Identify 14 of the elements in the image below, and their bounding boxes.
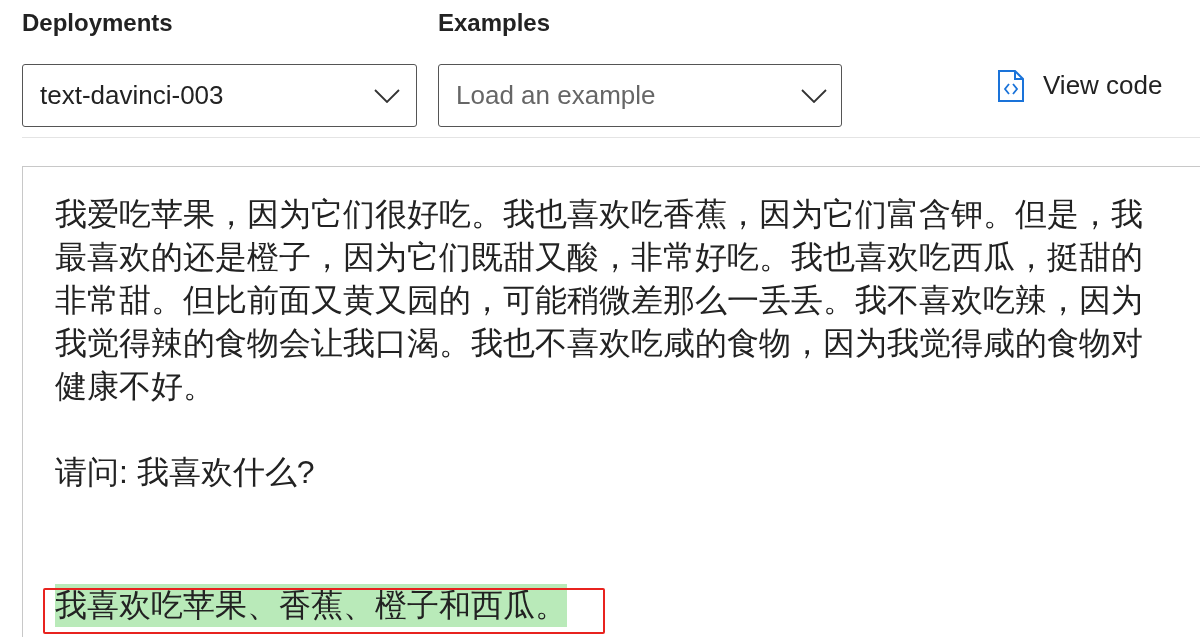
deployment-dropdown[interactable]: text-davinci-003 — [22, 64, 417, 127]
examples-dropdown[interactable]: Load an example — [438, 64, 842, 127]
chevron-down-icon — [374, 88, 400, 103]
field-label: Deployments — [22, 8, 174, 38]
completion-text: 我喜欢吃苹果、香蕉、橙子和西瓜。 — [55, 584, 567, 627]
dropdown-value: text-davinci-003 — [40, 79, 224, 112]
dropdown-placeholder: Load an example — [456, 79, 656, 112]
chevron-down-icon — [801, 88, 827, 103]
code-file-icon — [997, 68, 1025, 103]
prompt-question: 请问: 我喜欢什么? — [55, 453, 316, 492]
view-code-button[interactable]: View code — [997, 66, 1163, 105]
field-label: Examples — [438, 8, 552, 38]
prompt-paragraph: 我爱吃苹果，因为它们很好吃。我也喜欢吃香蕉，因为它们富含钾。但是，我最喜欢的还是橙子，因为它们既甜又酸，非常好吃。我也喜欢吃西瓜，挺甜的非常甜。但比前面又黄又园的，可能稍微差那么一丢丢。我不喜欢吃辣，因为我觉得辣的食物会让我口渴。我也不喜欢吃咸的食物，因为我觉得咸的食物对健康不好。 — [55, 195, 1144, 406]
prompt-textarea[interactable]: 我爱吃苹果，因为它们很好吃。我也喜欢吃香蕉，因为它们富含钾。但是，我最喜欢的还是橙子，因为它们既甜又酸，非常好吃。我也喜欢吃西瓜，挺甜的非常甜。但比前面又黄又园的，可能稍微差那么一丢丢。我不喜欢吃辣，因为我觉得辣的食物会让我口渴。我也不喜欢吃咸的食物，因为我觉得咸的食物对健康不好。 请问: 我喜欢什么? 我喜欢吃苹果、香蕉、橙子和西瓜。 — [22, 166, 1200, 637]
